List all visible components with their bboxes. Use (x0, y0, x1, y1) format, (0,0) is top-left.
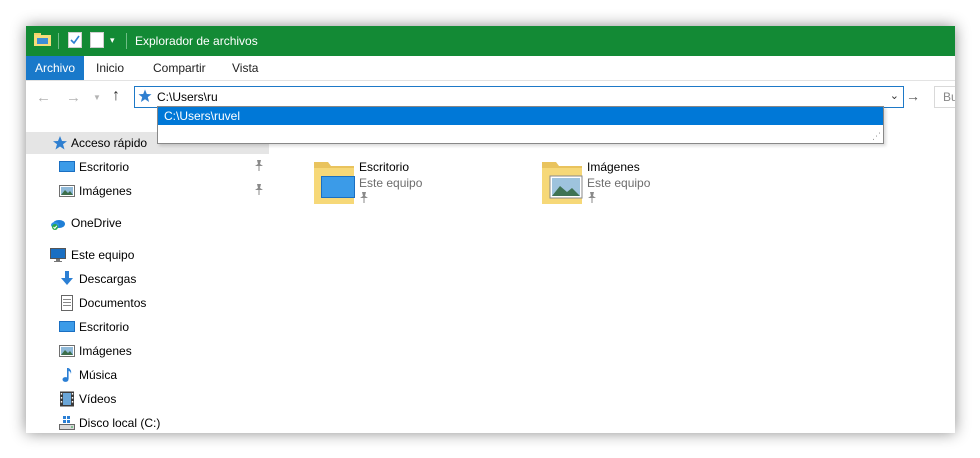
file-explorer-window: ▾ Explorador de archivos Archivo Inicio … (26, 26, 955, 433)
tile-name: Escritorio (359, 160, 410, 174)
sidebar-item-label: Vídeos (79, 392, 117, 406)
sidebar-item-descargas[interactable]: Descargas (26, 268, 269, 290)
drive-icon (59, 415, 75, 431)
sidebar-item-onedrive[interactable]: OneDrive (26, 212, 269, 234)
search-placeholder: Bu (943, 90, 955, 104)
pictures-folder-icon (542, 158, 586, 206)
sidebar-item-escritorio-quick[interactable]: Escritorio (26, 156, 269, 178)
download-icon (59, 271, 75, 287)
tile-location: Este equipo (587, 176, 651, 190)
tab-archivo[interactable]: Archivo (26, 56, 85, 80)
up-arrow-icon[interactable]: ↑ (112, 87, 120, 105)
recent-locations-chevron-icon[interactable]: ▼ (93, 93, 101, 102)
sidebar-item-label: Escritorio (79, 320, 130, 334)
music-icon (59, 367, 75, 383)
video-icon (59, 391, 75, 407)
folder-icon[interactable] (34, 32, 51, 46)
folder-tile-imagenes[interactable]: Imágenes Este equipo (542, 158, 762, 208)
customize-dropdown-icon[interactable]: ▾ (110, 35, 115, 46)
star-icon (52, 135, 68, 151)
folder-tile-escritorio[interactable]: Escritorio Este equipo (314, 158, 534, 208)
resize-grip-icon[interactable]: ⋰ (872, 131, 881, 142)
document-icon (59, 295, 75, 311)
navigation-pane: Acceso rápido Escritorio Imágenes OneDri… (26, 130, 269, 433)
ribbon-tabs: Archivo Inicio Compartir Vista (26, 56, 955, 81)
sidebar-item-imagenes[interactable]: Imágenes (26, 340, 269, 362)
go-arrow-icon[interactable]: → (906, 88, 920, 104)
tile-name: Imágenes (587, 160, 640, 174)
sidebar-item-label: Documentos (79, 296, 147, 310)
properties-icon[interactable] (68, 32, 82, 48)
sidebar-item-label: Este equipo (71, 248, 135, 262)
sidebar-item-disco-local[interactable]: Disco local (C:) (26, 412, 269, 433)
sidebar-item-musica[interactable]: Música (26, 364, 269, 386)
pin-icon[interactable] (254, 160, 264, 174)
sidebar-item-imagenes-quick[interactable]: Imágenes (26, 180, 269, 202)
sidebar-item-label: OneDrive (71, 216, 122, 230)
tab-vista[interactable]: Vista (223, 56, 267, 80)
sidebar-item-label: Descargas (79, 272, 137, 286)
forward-arrow-icon[interactable]: → (66, 89, 81, 106)
sidebar-item-label: Acceso rápido (71, 136, 148, 150)
pictures-icon (59, 343, 75, 359)
pin-icon[interactable] (359, 192, 369, 206)
address-input[interactable] (157, 87, 877, 107)
sidebar-item-escritorio[interactable]: Escritorio (26, 316, 269, 338)
tab-inicio[interactable]: Inicio (87, 56, 133, 80)
sidebar-item-label: Imágenes (79, 184, 132, 198)
quick-access-star-icon (138, 89, 152, 103)
window-title: Explorador de archivos (135, 34, 258, 48)
sidebar-item-label: Imágenes (79, 344, 132, 358)
sidebar-item-label: Disco local (C:) (79, 416, 161, 430)
sidebar-item-este-equipo[interactable]: Este equipo (26, 244, 269, 266)
sidebar-item-documentos[interactable]: Documentos (26, 292, 269, 314)
sidebar-item-videos[interactable]: Vídeos (26, 388, 269, 410)
address-bar[interactable]: ⌄ (134, 86, 904, 108)
back-arrow-icon[interactable]: ← (36, 89, 51, 106)
desktop-folder-icon (314, 158, 358, 206)
search-box[interactable]: Bu (934, 86, 955, 108)
pictures-icon (59, 183, 75, 199)
sidebar-item-label: Música (79, 368, 118, 382)
address-autocomplete-dropdown: C:\Users\ruvel ⋰ (157, 106, 884, 144)
address-history-chevron-icon[interactable]: ⌄ (890, 89, 899, 102)
autocomplete-suggestion-text: C:\Users\ruvel (164, 109, 241, 123)
autocomplete-suggestion[interactable]: C:\Users\ruvel (158, 107, 883, 125)
cloud-icon (50, 215, 66, 231)
pin-icon[interactable] (254, 184, 264, 198)
tile-location: Este equipo (359, 176, 423, 190)
monitor-icon (50, 247, 66, 263)
sidebar-item-label: Escritorio (79, 160, 130, 174)
desktop-icon (59, 159, 75, 175)
title-bar: ▾ Explorador de archivos (26, 26, 955, 56)
desktop-icon (59, 319, 75, 335)
pin-icon[interactable] (587, 192, 597, 206)
tab-compartir[interactable]: Compartir (144, 56, 215, 80)
new-folder-icon[interactable] (90, 32, 104, 48)
